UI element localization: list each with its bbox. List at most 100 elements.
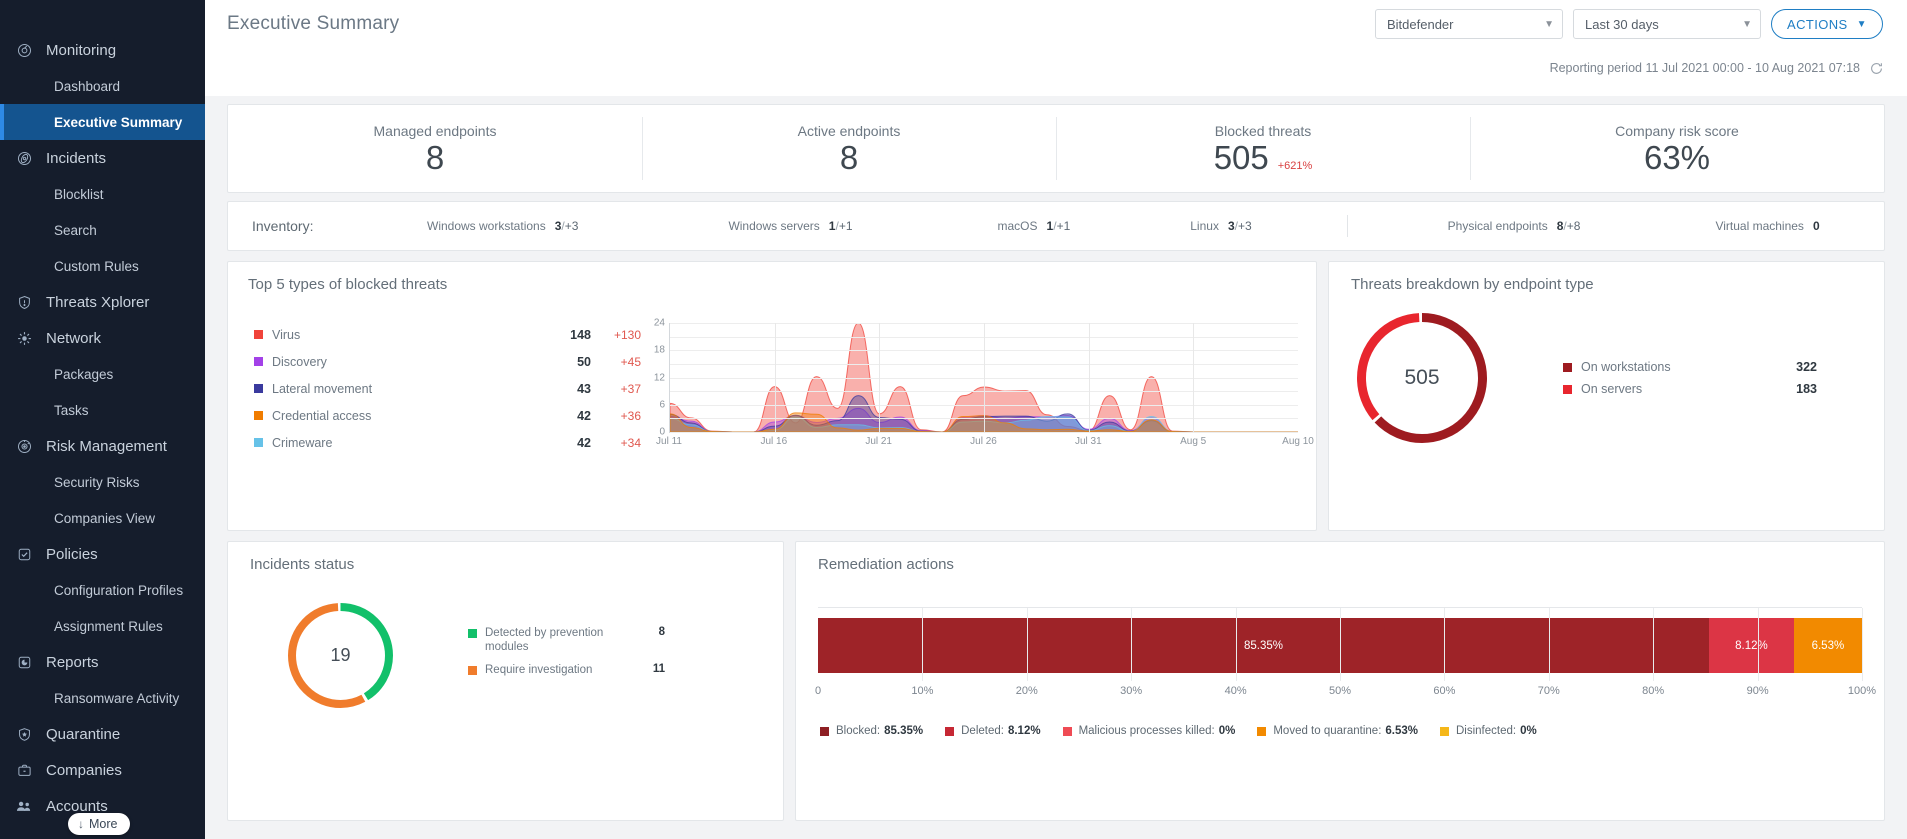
legend-swatch-icon [945,727,954,736]
down-arrow-icon: ↓ [78,817,84,831]
sidebar-item-reports[interactable]: Reports [0,644,205,680]
sidebar-subitem-label: Custom Rules [54,259,139,274]
top-bar-row: Executive Summary Bitdefender ▼ Last 30 … [227,0,1883,39]
panel-incidents-status: Incidents status 19 Detected by preventi… [227,541,784,821]
top-threats-body: Virus148+130Discovery50+45Lateral moveme… [248,299,1298,456]
sidebar-subitem-companies-view[interactable]: Companies View [0,500,205,536]
sidebar-more-button[interactable]: ↓ More [68,813,130,835]
threat-type-name: Credential access [272,409,529,423]
remediation-chart: 85.35%8.12%6.53% 010%20%30%40%50%60%70%8… [818,607,1862,737]
remediation-x-axis: 010%20%30%40%50%60%70%80%90%100% [818,685,1862,705]
actions-button-label: ACTIONS [1787,17,1848,32]
inventory-item-value: 8/+8 [1557,219,1581,233]
sidebar-subitem-label: Dashboard [54,79,120,94]
sidebar-item-label: Network [46,330,101,347]
inventory-item-label: Windows servers [728,219,819,233]
threat-type-name: Crimeware [272,436,529,450]
threat-type-name: Discovery [272,355,529,369]
inventory-item-windows-workstations: Windows workstations3/+3 [427,219,578,233]
threat-type-row: Credential access42+36 [254,402,641,429]
sidebar-subitem-assignment-rules[interactable]: Assignment Rules [0,608,205,644]
sidebar-subitem-label: Companies View [54,511,155,526]
threat-type-delta: +37 [591,382,641,396]
sidebar-subitem-tasks[interactable]: Tasks [0,392,205,428]
sidebar-item-risk-management[interactable]: Risk Management [0,428,205,464]
chart-vertical-gridline [879,323,880,432]
incidents-legend-label: Detected by prevention modules [485,626,633,655]
sidebar-item-label: Quarantine [46,726,120,743]
chart-y-tick-label: 6 [659,399,665,410]
period-select[interactable]: Last 30 days ▼ [1573,9,1761,39]
sidebar-subitem-custom-rules[interactable]: Custom Rules [0,248,205,284]
inventory-item-macos: macOS1/+1 [998,219,1071,233]
sidebar-item-label: Monitoring [46,42,116,59]
chart-vertical-gridline [984,323,985,432]
company-select[interactable]: Bitdefender ▼ [1375,9,1563,39]
inventory-item-value: 0 [1813,219,1820,233]
kpi-value: 63% [1644,141,1710,174]
panel-title-top-threats: Top 5 types of blocked threats [248,276,1298,293]
actions-button[interactable]: ACTIONS ▼ [1771,9,1883,39]
sidebar-subitem-configuration-profiles[interactable]: Configuration Profiles [0,572,205,608]
area-chart-x-labels: Jul 11Jul 16Jul 21Jul 26Jul 31Aug 5Aug 1… [669,433,1298,451]
kpi-label: Active endpoints [798,123,901,139]
accounts-icon [12,796,36,816]
sidebar-subitem-label: Search [54,223,97,238]
remediation-axis-tick: 0 [815,685,821,697]
remediation-segment-moved-to-quarantine: 6.53% [1794,618,1862,673]
chart-x-tick-label: Aug 5 [1180,436,1206,447]
sidebar-subitem-ransomware-activity[interactable]: Ransomware Activity [0,680,205,716]
sidebar-subitem-label: Security Risks [54,475,140,490]
sidebar-item-threats-xplorer[interactable]: Threats Xplorer [0,284,205,320]
remediation-axis-tick: 50% [1329,685,1351,697]
sidebar-subitem-blocklist[interactable]: Blocklist [0,176,205,212]
sidebar-item-policies[interactable]: Policies [0,536,205,572]
remediation-legend-item: Moved to quarantine:6.53% [1257,725,1418,737]
sidebar-item-network[interactable]: Network [0,320,205,356]
sidebar-item-companies[interactable]: Companies [0,752,205,788]
breakdown-legend-label: On workstations [1581,360,1771,374]
sidebar-item-label: Reports [46,654,99,671]
chart-x-tick-label: Jul 26 [970,436,997,447]
incidents-icon [12,148,36,168]
breakdown-legend-row: On workstations322 [1563,356,1817,378]
incidents-donut: 19 [288,603,393,708]
sidebar-subitem-label: Tasks [54,403,89,418]
sidebar-subitem-label: Blocklist [54,187,104,202]
kpi-value-row: 63% [1644,141,1710,174]
remediation-legend: Blocked:85.35%Deleted:8.12%Malicious pro… [818,725,1862,737]
sidebar-subitem-packages[interactable]: Packages [0,356,205,392]
threat-type-delta: +130 [591,328,641,342]
sidebar-item-incidents[interactable]: Incidents [0,140,205,176]
remediation-legend-value: 8.12% [1008,725,1041,737]
incidents-legend-label: Require investigation [485,663,633,677]
sidebar-item-quarantine[interactable]: Quarantine [0,716,205,752]
threat-type-delta: +34 [591,436,641,450]
legend-swatch-icon [254,330,263,339]
sidebar-item-label: Threats Xplorer [46,294,149,311]
remediation-axis-tick: 80% [1642,685,1664,697]
sidebar-subitem-dashboard[interactable]: Dashboard [0,68,205,104]
remediation-axis-tick: 90% [1747,685,1769,697]
chart-x-tick-label: Jul 31 [1075,436,1102,447]
sidebar-subitem-search[interactable]: Search [0,212,205,248]
sidebar-item-monitoring[interactable]: Monitoring [0,32,205,68]
incidents-legend-row: Detected by prevention modules8 [468,626,665,655]
sidebar-item-label: Incidents [46,150,106,167]
kpi-delta: +621% [1278,160,1313,172]
kpi-value-row: 505+621% [1214,141,1313,174]
shield-alert-icon [12,292,36,312]
reports-icon [12,652,36,672]
sidebar-subitem-security-risks[interactable]: Security Risks [0,464,205,500]
refresh-icon[interactable] [1870,62,1883,75]
legend-swatch-icon [468,666,477,675]
inventory-title: Inventory: [252,218,427,234]
remediation-legend-item: Malicious processes killed:0% [1063,725,1236,737]
main-area: Executive Summary Bitdefender ▼ Last 30 … [205,0,1907,839]
sidebar-subitem-executive-summary[interactable]: Executive Summary [0,104,205,140]
remediation-legend-item: Blocked:85.35% [820,725,923,737]
remediation-axis-tick: 20% [1016,685,1038,697]
threat-type-delta: +36 [591,409,641,423]
inventory-item-label: Linux [1190,219,1219,233]
breakdown-legend-value: 183 [1771,382,1817,396]
